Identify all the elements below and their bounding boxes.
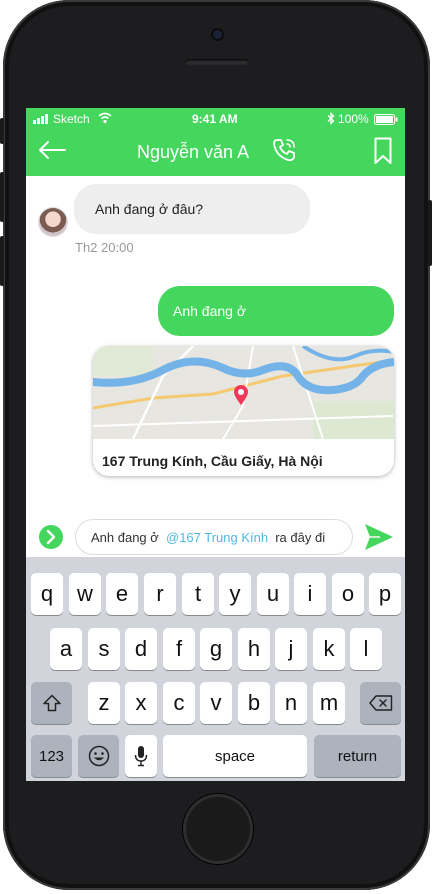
key-d[interactable]: d: [125, 628, 157, 670]
delete-key[interactable]: [360, 682, 401, 724]
key-o[interactable]: o: [332, 573, 364, 615]
message-input[interactable]: Anh đang ở @167 Trung Kính ra đây đi: [75, 519, 353, 555]
status-bar: Sketch 9:41 AM 100%: [26, 108, 405, 130]
keyboard: q w e r t y u i o p a s d f g h j k l z …: [26, 557, 405, 781]
send-icon[interactable]: [364, 523, 394, 551]
key-t[interactable]: t: [182, 573, 214, 615]
key-y[interactable]: y: [219, 573, 251, 615]
avatar[interactable]: [39, 208, 67, 236]
composer-text-after: ra đây đi: [268, 530, 326, 545]
home-button[interactable]: [183, 794, 253, 864]
key-g[interactable]: g: [200, 628, 232, 670]
key-b[interactable]: b: [238, 682, 270, 724]
wifi-icon: [98, 112, 112, 124]
bookmark-icon[interactable]: [374, 137, 392, 165]
outgoing-message-text: Anh đang ở: [173, 303, 247, 319]
location-address: 167 Trung Kính, Cầu Giấy, Hà Nội: [102, 453, 323, 469]
key-p[interactable]: p: [369, 573, 401, 615]
key-n[interactable]: n: [275, 682, 307, 724]
microphone-icon: [134, 746, 148, 767]
key-v[interactable]: v: [200, 682, 232, 724]
composer-text-before: Anh đang ở: [91, 530, 163, 545]
volume-down-button: [0, 236, 4, 286]
side-button: [0, 118, 4, 144]
dictation-key[interactable]: [125, 735, 157, 777]
earpiece-speaker: [185, 59, 249, 65]
return-key[interactable]: return: [314, 735, 401, 777]
battery-percent: 100%: [338, 112, 369, 126]
key-i[interactable]: i: [294, 573, 326, 615]
outgoing-message-bubble[interactable]: Anh đang ở: [158, 286, 394, 336]
battery-icon: [374, 114, 398, 125]
phone-call-icon[interactable]: [270, 136, 298, 164]
key-c[interactable]: c: [163, 682, 195, 724]
space-key[interactable]: space: [163, 735, 307, 777]
shift-icon: [42, 694, 61, 712]
message-list[interactable]: Anh đang ở đâu? Th2 20:00 Anh đang ở 167…: [26, 176, 405, 516]
carrier-label: Sketch: [53, 112, 90, 126]
front-camera: [213, 30, 222, 39]
chat-header: Nguyễn văn A: [26, 130, 405, 176]
map-pin-icon: [234, 385, 248, 405]
emoji-icon: [88, 745, 109, 767]
emoji-key[interactable]: [78, 735, 119, 777]
location-card[interactable]: 167 Trung Kính, Cầu Giấy, Hà Nội: [93, 346, 394, 476]
key-z[interactable]: z: [88, 682, 120, 724]
key-q[interactable]: q: [31, 573, 63, 615]
key-m[interactable]: m: [313, 682, 345, 724]
key-a[interactable]: a: [50, 628, 82, 670]
signal-icon: [33, 114, 48, 124]
volume-up-button: [0, 172, 4, 222]
app-screen: Sketch 9:41 AM 100% Nguyễn văn A Anh đan…: [26, 108, 405, 781]
expand-chevron-icon[interactable]: [38, 524, 64, 550]
bluetooth-icon: [327, 112, 335, 125]
key-e[interactable]: e: [106, 573, 138, 615]
backspace-icon: [368, 695, 392, 711]
contact-name: Nguyễn văn A: [137, 142, 250, 162]
key-k[interactable]: k: [313, 628, 345, 670]
key-w[interactable]: w: [69, 573, 101, 615]
status-time: 9:41 AM: [192, 112, 238, 126]
key-l[interactable]: l: [350, 628, 382, 670]
key-x[interactable]: x: [125, 682, 157, 724]
shift-key[interactable]: [31, 682, 72, 724]
incoming-message-text: Anh đang ở đâu?: [95, 201, 204, 217]
power-button: [428, 200, 432, 266]
message-timestamp: Th2 20:00: [75, 240, 134, 255]
key-u[interactable]: u: [257, 573, 289, 615]
composer-mention[interactable]: @167 Trung Kính: [166, 530, 268, 545]
key-h[interactable]: h: [238, 628, 270, 670]
key-s[interactable]: s: [88, 628, 120, 670]
key-r[interactable]: r: [144, 573, 176, 615]
numbers-key[interactable]: 123: [31, 735, 72, 777]
key-j[interactable]: j: [275, 628, 307, 670]
back-arrow-icon[interactable]: [38, 140, 66, 160]
incoming-message-bubble[interactable]: Anh đang ở đâu?: [74, 184, 310, 234]
key-f[interactable]: f: [163, 628, 195, 670]
